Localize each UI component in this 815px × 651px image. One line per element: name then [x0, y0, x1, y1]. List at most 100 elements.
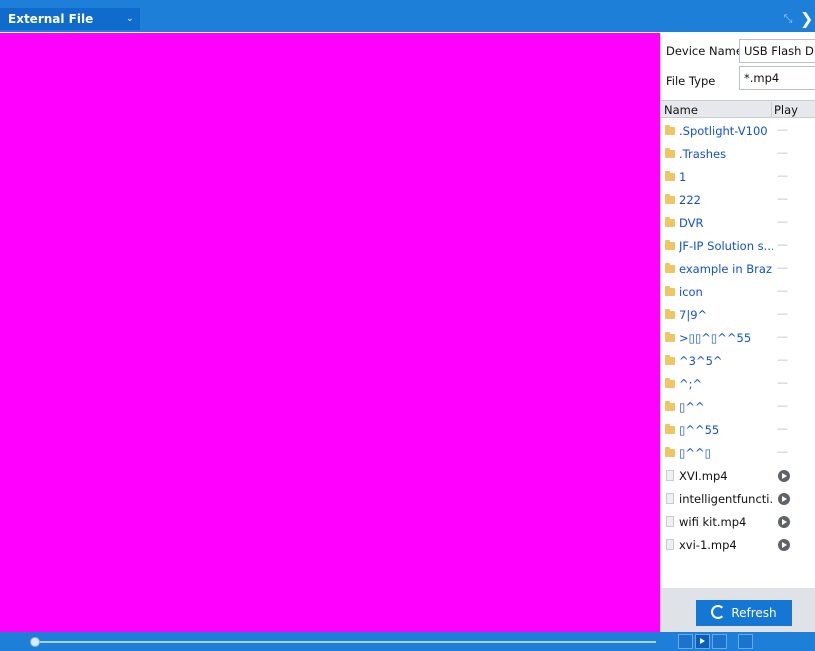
folder-icon: [665, 401, 675, 411]
item-name: ▯^^: [679, 400, 705, 414]
item-name: ▯^^▯: [679, 446, 711, 460]
progress-track[interactable]: [36, 641, 656, 643]
item-name: DVR: [679, 216, 704, 230]
play-icon[interactable]: [778, 516, 790, 528]
list-item[interactable]: ^3^5^ —: [661, 350, 815, 373]
no-play-indicator: —: [777, 238, 788, 251]
folder-icon: [665, 447, 675, 457]
folder-icon: [665, 424, 675, 434]
no-play-indicator: —: [777, 123, 788, 136]
list-item[interactable]: ▯^^ —: [661, 396, 815, 419]
item-name: 1: [679, 170, 687, 184]
item-name: ^3^5^: [679, 354, 723, 368]
item-name: xvi-1.mp4: [679, 538, 737, 552]
folder-icon: [665, 355, 675, 365]
no-play-indicator: —: [777, 146, 788, 159]
no-play-indicator: —: [777, 192, 788, 205]
folder-icon: [665, 171, 675, 181]
item-name: wifi kit.mp4: [679, 515, 747, 529]
no-play-indicator: —: [777, 422, 788, 435]
list-item[interactable]: wifi kit.mp4: [661, 511, 815, 534]
no-play-indicator: —: [777, 330, 788, 343]
refresh-label: Refresh: [731, 606, 777, 620]
top-bar: External File ⌄ ⤡ ❯: [0, 0, 815, 32]
folder-icon: [665, 125, 675, 135]
refresh-button[interactable]: Refresh: [696, 600, 792, 626]
folder-icon: [665, 263, 675, 273]
item-name: .Trashes: [679, 147, 727, 161]
column-header-play[interactable]: Play: [774, 103, 798, 117]
list-item[interactable]: ▯^^▯ —: [661, 442, 815, 465]
item-name: >▯▯^▯^^55: [679, 331, 752, 345]
item-name: icon: [679, 285, 703, 299]
folder-icon: [665, 194, 675, 204]
device-name-label: Device Name: [666, 44, 743, 58]
fullscreen-icon[interactable]: ⤡: [779, 10, 797, 28]
list-item[interactable]: ^;^ —: [661, 373, 815, 396]
refresh-area: Refresh: [661, 588, 815, 632]
list-item[interactable]: >▯▯^▯^^55 —: [661, 327, 815, 350]
item-name: .Spotlight-V100: [679, 124, 768, 138]
file-browser-panel: Device Name USB Flash Di File Type *.mp4…: [660, 33, 815, 632]
close-icon[interactable]: ❯: [800, 8, 815, 30]
list-item[interactable]: 7|9^ —: [661, 304, 815, 327]
mode-dropdown[interactable]: External File ⌄: [0, 8, 140, 30]
folder-icon: [665, 309, 675, 319]
list-item[interactable]: XVI.mp4: [661, 465, 815, 488]
file-list: .Spotlight-V100— .Trashes —1—222— DVR — JF-IP…: [661, 120, 815, 557]
item-name: ^;^: [679, 377, 703, 391]
list-item[interactable]: .Trashes —: [661, 143, 815, 166]
list-item[interactable]: ▯^^55 —: [661, 419, 815, 442]
no-play-indicator: —: [777, 445, 788, 458]
item-name: 222: [679, 193, 701, 207]
no-play-indicator: —: [777, 307, 788, 320]
no-play-indicator: —: [777, 353, 788, 366]
play-button[interactable]: [695, 634, 710, 649]
playback-control-bar: [0, 632, 815, 651]
file-icon: [666, 516, 674, 527]
chevron-down-icon: ⌄: [126, 14, 134, 24]
column-header-name[interactable]: Name: [664, 103, 698, 117]
play-icon: [700, 638, 705, 644]
folder-icon: [665, 148, 675, 158]
list-item[interactable]: 222 —: [661, 189, 815, 212]
device-name-row: Device Name USB Flash Di: [663, 39, 815, 63]
device-name-select[interactable]: USB Flash Di: [739, 39, 815, 63]
list-item[interactable]: xvi-1.mp4: [661, 534, 815, 557]
list-item[interactable]: DVR —: [661, 212, 815, 235]
refresh-icon: [711, 605, 726, 619]
list-item[interactable]: example in Brazil —: [661, 258, 815, 281]
column-divider: [771, 102, 772, 117]
video-playback-area[interactable]: [0, 33, 660, 632]
pause-button[interactable]: [712, 634, 727, 649]
file-icon: [666, 539, 674, 550]
folder-icon: [665, 378, 675, 388]
mode-dropdown-label: External File: [8, 12, 94, 26]
list-item[interactable]: icon —: [661, 281, 815, 304]
no-play-indicator: —: [777, 284, 788, 297]
item-name: 7|9^: [679, 308, 708, 322]
folder-icon: [665, 286, 675, 296]
progress-handle[interactable]: [30, 637, 40, 647]
file-icon: [666, 470, 674, 481]
play-icon[interactable]: [778, 539, 790, 551]
folder-icon: [665, 217, 675, 227]
list-item[interactable]: JF-IP Solution s... —: [661, 235, 815, 258]
play-icon[interactable]: [778, 470, 790, 482]
file-icon: [666, 493, 674, 504]
item-name: ▯^^55: [679, 423, 720, 437]
play-icon[interactable]: [778, 493, 790, 505]
folder-icon: [665, 332, 675, 342]
list-item[interactable]: 1—: [661, 166, 815, 189]
no-play-indicator: —: [777, 376, 788, 389]
item-name: example in Brazil: [679, 262, 773, 276]
list-item[interactable]: intelligentfuncti...: [661, 488, 815, 511]
no-play-indicator: —: [777, 215, 788, 228]
stop-button[interactable]: [678, 634, 693, 649]
item-name: XVI.mp4: [679, 469, 728, 483]
no-play-indicator: —: [777, 399, 788, 412]
volume-button[interactable]: [738, 634, 753, 649]
file-type-select[interactable]: *.mp4: [739, 66, 815, 90]
list-item[interactable]: .Spotlight-V100 —: [661, 120, 815, 143]
no-play-indicator: —: [777, 261, 788, 274]
